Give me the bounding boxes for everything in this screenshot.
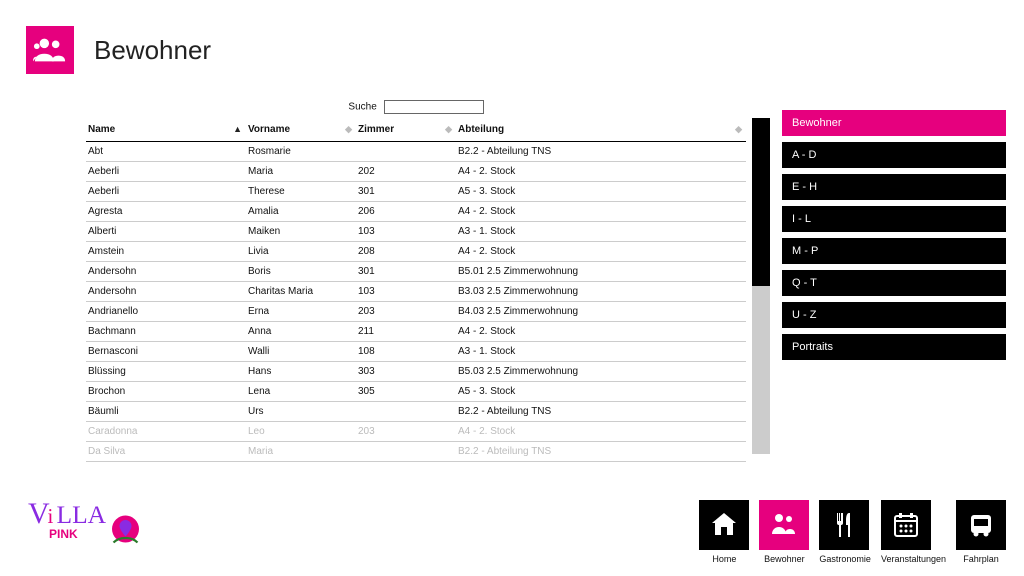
page-title: Bewohner: [94, 35, 211, 66]
col-zimmer[interactable]: Zimmer◆: [356, 120, 456, 142]
scrollbar[interactable]: [752, 118, 770, 454]
table-row[interactable]: AmsteinLivia208A4 - 2. Stock: [86, 242, 746, 262]
nav-label: Veranstaltungen: [881, 554, 946, 564]
nav-people-button[interactable]: [759, 500, 809, 550]
scrollbar-thumb[interactable]: [752, 118, 770, 286]
table-row[interactable]: Da SilvaMariaB2.2 - Abteilung TNS: [86, 442, 746, 462]
sidebar-item[interactable]: Bewohner: [782, 110, 1006, 136]
table-row[interactable]: AndrianelloErna203B4.03 2.5 Zimmerwohnun…: [86, 302, 746, 322]
sidebar-item[interactable]: Q - T: [782, 270, 1006, 296]
nav-label: Fahrplan: [956, 554, 1006, 564]
nav-label: Gastronomie: [819, 554, 871, 564]
svg-text:V: V: [28, 497, 50, 530]
nav-food-button[interactable]: [819, 500, 869, 550]
sidebar-item[interactable]: E - H: [782, 174, 1006, 200]
table-row[interactable]: BäumliUrsB2.2 - Abteilung TNS: [86, 402, 746, 422]
table-row[interactable]: BrochonLena305A5 - 3. Stock: [86, 382, 746, 402]
svg-text:i: i: [48, 504, 54, 528]
table-row[interactable]: AlbertiMaiken103A3 - 1. Stock: [86, 222, 746, 242]
col-abteilung[interactable]: Abteilung◆: [456, 120, 746, 142]
table-row[interactable]: AndersohnBoris301B5.01 2.5 Zimmerwohnung: [86, 262, 746, 282]
svg-text:LLA: LLA: [57, 500, 107, 529]
table-row[interactable]: AndersohnCharitas Maria103B3.03 2.5 Zimm…: [86, 282, 746, 302]
people-icon: [26, 26, 74, 74]
nav-bus-button[interactable]: [956, 500, 1006, 550]
table-row[interactable]: AeberliTherese301A5 - 3. Stock: [86, 182, 746, 202]
sidebar: Bewohner A - D E - H I - L M - P Q - T U - Z Po…: [782, 110, 1006, 360]
nav-label: Home: [699, 554, 749, 564]
table-row[interactable]: CaradonnaLeo203A4 - 2. Stock: [86, 422, 746, 442]
table-row[interactable]: BernasconiWalli108A3 - 1. Stock: [86, 342, 746, 362]
sidebar-item[interactable]: A - D: [782, 142, 1006, 168]
nav-calendar-button[interactable]: [881, 500, 931, 550]
table-row[interactable]: BlüssingHans303B5.03 2.5 Zimmerwohnung: [86, 362, 746, 382]
col-name[interactable]: Name▲: [86, 120, 246, 142]
sidebar-item[interactable]: U - Z: [782, 302, 1006, 328]
logo: V i LLA PINK: [28, 493, 178, 558]
data-table-block: Suche Name▲ Vorname◆ Zimmer◆ Abteilung◆ …: [86, 100, 746, 462]
table-row[interactable]: AbtRosmarieB2.2 - Abteilung TNS: [86, 142, 746, 162]
nav-label: Bewohner: [759, 554, 809, 564]
search-input[interactable]: [384, 100, 484, 114]
sidebar-item[interactable]: M - P: [782, 238, 1006, 264]
col-vorname[interactable]: Vorname◆: [246, 120, 356, 142]
sidebar-item[interactable]: I - L: [782, 206, 1006, 232]
nav-home-button[interactable]: [699, 500, 749, 550]
table-row[interactable]: BachmannAnna211A4 - 2. Stock: [86, 322, 746, 342]
sidebar-item[interactable]: Portraits: [782, 334, 1006, 360]
residents-table: Name▲ Vorname◆ Zimmer◆ Abteilung◆ AbtRos…: [86, 120, 746, 462]
search-label: Suche: [348, 102, 376, 113]
bottom-nav: Home Bewohner Gastronomie Veranstaltungen Fa…: [699, 500, 1006, 564]
table-row[interactable]: AgrestaAmalia206A4 - 2. Stock: [86, 202, 746, 222]
svg-text:PINK: PINK: [49, 527, 78, 541]
table-row[interactable]: AeberliMaria202A4 - 2. Stock: [86, 162, 746, 182]
